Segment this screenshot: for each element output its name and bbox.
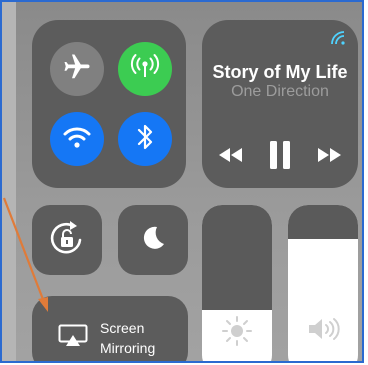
control-center: Story of My Life One Direction Screen Mi… [0, 0, 364, 363]
annotation-arrow [2, 197, 48, 312]
